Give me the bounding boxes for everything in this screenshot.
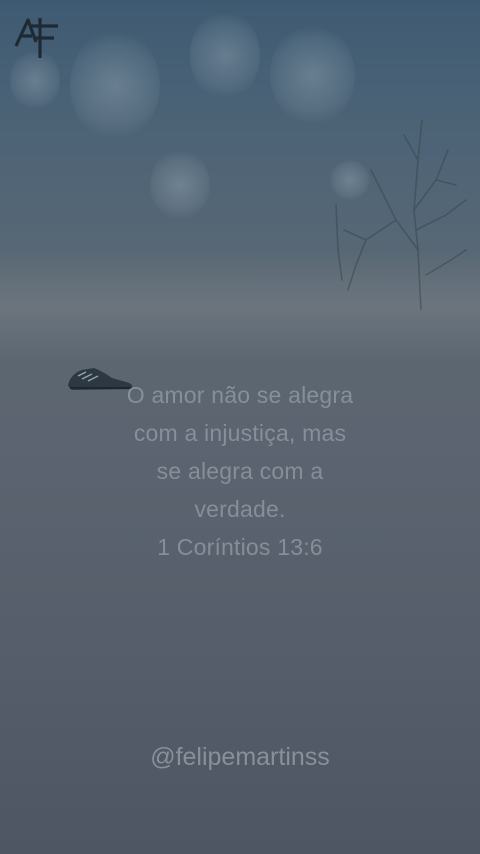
quote-line: O amor não se alegra: [126, 382, 354, 408]
quote-reference: 1 Coríntios 13:6: [157, 534, 323, 560]
bokeh-light: [150, 150, 210, 220]
bare-tree-icon: [335, 119, 467, 310]
quote-line: verdade.: [194, 496, 286, 522]
author-handle: @felipemartinss: [150, 743, 330, 771]
bible-quote: O amor não se alegra com a injustiça, ma…: [90, 376, 390, 566]
story-frame: O amor não se alegra com a injustiça, ma…: [0, 0, 480, 854]
af-monogram-icon: [14, 18, 58, 58]
bokeh-light: [190, 10, 260, 100]
bokeh-light: [70, 30, 160, 140]
quote-line: se alegra com a: [156, 458, 324, 484]
quote-line: com a injustiça, mas: [133, 420, 347, 446]
